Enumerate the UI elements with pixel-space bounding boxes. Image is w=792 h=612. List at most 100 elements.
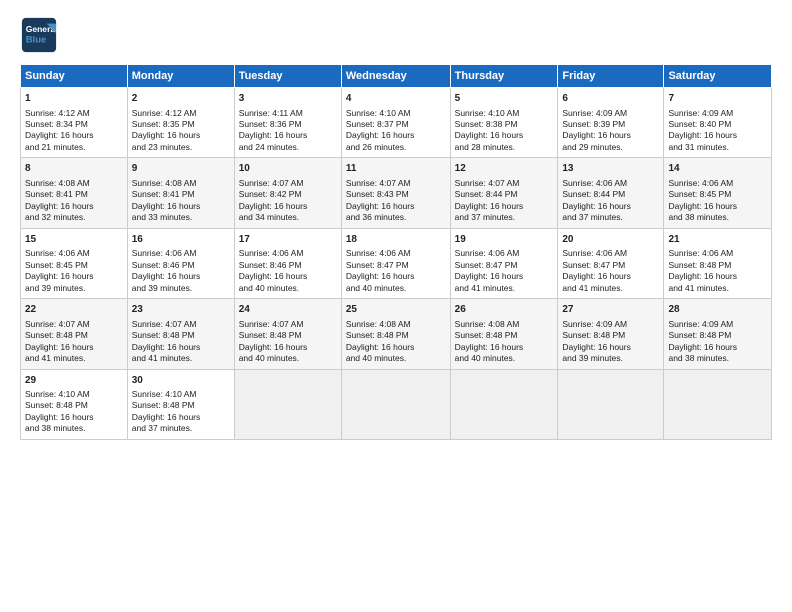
- day-info: Sunrise: 4:10 AM: [346, 108, 446, 119]
- day-number: 11: [346, 162, 446, 176]
- day-cell: 19Sunrise: 4:06 AMSunset: 8:47 PMDayligh…: [450, 228, 558, 298]
- day-number: 30: [132, 374, 230, 388]
- day-info: and 24 minutes.: [239, 142, 337, 153]
- day-info: Sunrise: 4:12 AM: [132, 108, 230, 119]
- day-info: Sunset: 8:47 PM: [562, 260, 659, 271]
- day-number: 21: [668, 233, 767, 247]
- header-monday: Monday: [127, 65, 234, 88]
- day-cell: 21Sunrise: 4:06 AMSunset: 8:48 PMDayligh…: [664, 228, 772, 298]
- day-info: Daylight: 16 hours: [455, 271, 554, 282]
- day-number: 9: [132, 162, 230, 176]
- day-info: Sunset: 8:39 PM: [562, 119, 659, 130]
- day-info: and 29 minutes.: [562, 142, 659, 153]
- day-cell: 7Sunrise: 4:09 AMSunset: 8:40 PMDaylight…: [664, 88, 772, 158]
- day-info: Daylight: 16 hours: [132, 271, 230, 282]
- day-info: Sunrise: 4:07 AM: [346, 178, 446, 189]
- day-info: Sunrise: 4:06 AM: [25, 248, 123, 259]
- day-info: and 38 minutes.: [668, 212, 767, 223]
- day-info: Sunrise: 4:07 AM: [239, 319, 337, 330]
- day-info: Sunset: 8:45 PM: [668, 189, 767, 200]
- day-info: and 41 minutes.: [562, 283, 659, 294]
- day-info: Sunset: 8:48 PM: [25, 400, 123, 411]
- day-cell: 24Sunrise: 4:07 AMSunset: 8:48 PMDayligh…: [234, 299, 341, 369]
- day-info: Sunset: 8:38 PM: [455, 119, 554, 130]
- day-info: Sunrise: 4:07 AM: [132, 319, 230, 330]
- day-cell: 13Sunrise: 4:06 AMSunset: 8:44 PMDayligh…: [558, 158, 664, 228]
- day-info: Daylight: 16 hours: [668, 130, 767, 141]
- day-info: Sunrise: 4:10 AM: [132, 389, 230, 400]
- day-info: Sunrise: 4:08 AM: [455, 319, 554, 330]
- day-cell: 20Sunrise: 4:06 AMSunset: 8:47 PMDayligh…: [558, 228, 664, 298]
- day-info: Sunset: 8:48 PM: [25, 330, 123, 341]
- day-info: and 41 minutes.: [455, 283, 554, 294]
- day-info: and 37 minutes.: [132, 423, 230, 434]
- day-number: 5: [455, 92, 554, 106]
- logo-icon: General Blue: [20, 16, 58, 54]
- page: General Blue SundayMondayTuesdayWednesda…: [0, 0, 792, 612]
- day-info: Daylight: 16 hours: [346, 201, 446, 212]
- day-info: and 26 minutes.: [346, 142, 446, 153]
- day-info: Sunrise: 4:06 AM: [562, 178, 659, 189]
- day-info: Sunset: 8:47 PM: [455, 260, 554, 271]
- day-info: and 41 minutes.: [25, 353, 123, 364]
- day-info: Sunset: 8:35 PM: [132, 119, 230, 130]
- day-info: Daylight: 16 hours: [25, 130, 123, 141]
- day-number: 20: [562, 233, 659, 247]
- day-cell: 26Sunrise: 4:08 AMSunset: 8:48 PMDayligh…: [450, 299, 558, 369]
- day-number: 4: [346, 92, 446, 106]
- week-row-2: 8Sunrise: 4:08 AMSunset: 8:41 PMDaylight…: [21, 158, 772, 228]
- day-info: Sunrise: 4:06 AM: [668, 248, 767, 259]
- day-info: Sunset: 8:46 PM: [239, 260, 337, 271]
- day-number: 2: [132, 92, 230, 106]
- day-info: Sunrise: 4:06 AM: [239, 248, 337, 259]
- day-info: Sunrise: 4:09 AM: [668, 108, 767, 119]
- header-wednesday: Wednesday: [341, 65, 450, 88]
- day-info: Sunset: 8:37 PM: [346, 119, 446, 130]
- calendar-header-row: SundayMondayTuesdayWednesdayThursdayFrid…: [21, 65, 772, 88]
- day-info: Sunset: 8:45 PM: [25, 260, 123, 271]
- day-number: 18: [346, 233, 446, 247]
- day-number: 27: [562, 303, 659, 317]
- day-info: Daylight: 16 hours: [455, 342, 554, 353]
- day-info: and 28 minutes.: [455, 142, 554, 153]
- day-cell: 9Sunrise: 4:08 AMSunset: 8:41 PMDaylight…: [127, 158, 234, 228]
- day-info: Sunrise: 4:10 AM: [25, 389, 123, 400]
- day-info: Daylight: 16 hours: [346, 130, 446, 141]
- day-info: Daylight: 16 hours: [668, 271, 767, 282]
- day-info: Sunset: 8:48 PM: [455, 330, 554, 341]
- day-info: and 41 minutes.: [132, 353, 230, 364]
- day-info: and 41 minutes.: [668, 283, 767, 294]
- week-row-1: 1Sunrise: 4:12 AMSunset: 8:34 PMDaylight…: [21, 88, 772, 158]
- day-info: Sunset: 8:48 PM: [562, 330, 659, 341]
- day-cell: [234, 369, 341, 439]
- week-row-4: 22Sunrise: 4:07 AMSunset: 8:48 PMDayligh…: [21, 299, 772, 369]
- day-number: 28: [668, 303, 767, 317]
- day-info: Daylight: 16 hours: [25, 271, 123, 282]
- day-info: Daylight: 16 hours: [25, 201, 123, 212]
- day-info: and 32 minutes.: [25, 212, 123, 223]
- day-number: 23: [132, 303, 230, 317]
- day-info: Daylight: 16 hours: [455, 201, 554, 212]
- day-info: Daylight: 16 hours: [668, 342, 767, 353]
- day-info: Sunrise: 4:12 AM: [25, 108, 123, 119]
- day-info: Daylight: 16 hours: [346, 342, 446, 353]
- day-info: Sunrise: 4:06 AM: [346, 248, 446, 259]
- day-info: and 37 minutes.: [562, 212, 659, 223]
- day-info: and 39 minutes.: [25, 283, 123, 294]
- day-info: Daylight: 16 hours: [562, 342, 659, 353]
- day-info: Daylight: 16 hours: [132, 130, 230, 141]
- day-number: 7: [668, 92, 767, 106]
- day-info: Sunrise: 4:10 AM: [455, 108, 554, 119]
- day-cell: 22Sunrise: 4:07 AMSunset: 8:48 PMDayligh…: [21, 299, 128, 369]
- day-number: 29: [25, 374, 123, 388]
- header-saturday: Saturday: [664, 65, 772, 88]
- day-info: Sunset: 8:42 PM: [239, 189, 337, 200]
- day-info: Sunrise: 4:09 AM: [562, 108, 659, 119]
- day-info: Sunset: 8:48 PM: [346, 330, 446, 341]
- day-cell: 3Sunrise: 4:11 AMSunset: 8:36 PMDaylight…: [234, 88, 341, 158]
- day-cell: 16Sunrise: 4:06 AMSunset: 8:46 PMDayligh…: [127, 228, 234, 298]
- day-info: Sunrise: 4:06 AM: [132, 248, 230, 259]
- day-info: Sunset: 8:46 PM: [132, 260, 230, 271]
- day-info: Sunrise: 4:06 AM: [668, 178, 767, 189]
- day-info: and 34 minutes.: [239, 212, 337, 223]
